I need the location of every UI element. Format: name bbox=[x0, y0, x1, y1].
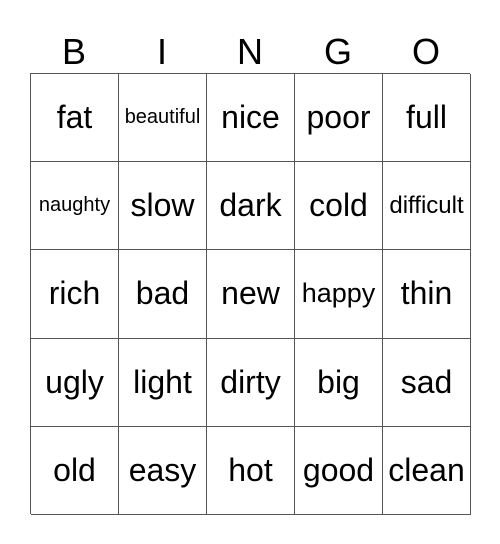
bingo-cell[interactable]: easy bbox=[119, 426, 207, 515]
header-letter-b: B bbox=[61, 31, 86, 72]
bingo-cell[interactable]: slow bbox=[119, 162, 207, 251]
bingo-cell[interactable]: ugly bbox=[31, 338, 119, 427]
bingo-cell[interactable]: big bbox=[295, 338, 383, 427]
bingo-cell[interactable]: sad bbox=[383, 338, 471, 427]
bingo-card-grid: fat beautiful nice poor full naughty slo… bbox=[30, 73, 471, 515]
header-letter-o: O bbox=[411, 31, 440, 72]
bingo-cell[interactable]: old bbox=[31, 426, 119, 515]
bingo-cell[interactable]: happy bbox=[295, 250, 383, 339]
bingo-cell[interactable]: full bbox=[383, 74, 471, 163]
bingo-cell[interactable]: hot bbox=[207, 426, 295, 515]
bingo-cell[interactable]: nice bbox=[207, 74, 295, 163]
bingo-cell[interactable]: good bbox=[295, 426, 383, 515]
bingo-header: B I N G O bbox=[30, 30, 470, 73]
bingo-cell[interactable]: fat bbox=[31, 74, 119, 163]
bingo-cell[interactable]: bad bbox=[119, 250, 207, 339]
bingo-cell[interactable]: poor bbox=[295, 74, 383, 163]
bingo-cell[interactable]: new bbox=[207, 250, 295, 339]
bingo-cell[interactable]: naughty bbox=[31, 162, 119, 251]
bingo-cell[interactable]: rich bbox=[31, 250, 119, 339]
bingo-cell[interactable]: dirty bbox=[207, 338, 295, 427]
bingo-cell[interactable]: thin bbox=[383, 250, 471, 339]
bingo-cell[interactable]: cold bbox=[295, 162, 383, 251]
bingo-cell[interactable]: clean bbox=[383, 426, 471, 515]
bingo-cell[interactable]: light bbox=[119, 338, 207, 427]
bingo-cell[interactable]: beautiful bbox=[119, 74, 207, 163]
header-letter-n: N bbox=[237, 31, 263, 72]
bingo-cell[interactable]: dark bbox=[207, 162, 295, 251]
header-letter-g: G bbox=[323, 31, 352, 72]
header-letter-i: I bbox=[156, 31, 167, 72]
bingo-cell[interactable]: difficult bbox=[383, 162, 471, 251]
